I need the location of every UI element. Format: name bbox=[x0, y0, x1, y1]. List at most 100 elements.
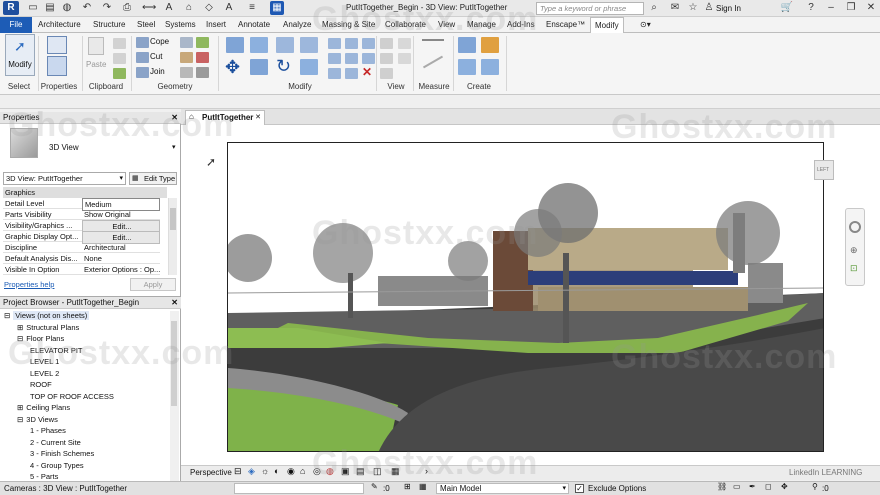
tab-insert[interactable]: Insert bbox=[202, 17, 230, 33]
edit-type-button[interactable]: ▦ Edit Type bbox=[129, 172, 177, 185]
browser-tree-item[interactable]: ROOF bbox=[30, 380, 52, 390]
create-assembly-icon[interactable] bbox=[458, 37, 476, 53]
tab-architecture[interactable]: Architecture bbox=[34, 17, 85, 33]
unjoin-icon[interactable] bbox=[345, 68, 358, 79]
expand-icon[interactable]: ⊞ bbox=[17, 403, 23, 412]
align-icon[interactable] bbox=[226, 37, 244, 53]
filter-status-icon[interactable]: ⚲ bbox=[812, 482, 818, 491]
view-tool-b-icon[interactable] bbox=[380, 53, 393, 64]
browser-tree-item[interactable]: ⊟ 3D Views bbox=[17, 415, 58, 425]
select-group-label[interactable]: Select bbox=[5, 82, 33, 91]
minimize-icon[interactable]: – bbox=[824, 1, 838, 15]
cut-label[interactable]: Cut bbox=[150, 52, 162, 61]
property-row[interactable]: Discipline Architectural bbox=[3, 242, 160, 253]
property-row[interactable]: Parts Visibility Show Original bbox=[3, 209, 160, 220]
create-group-icon[interactable] bbox=[458, 59, 476, 75]
tab-enscape[interactable]: Enscape™ bbox=[542, 17, 589, 33]
thin-lines-icon[interactable]: ≡ bbox=[245, 1, 259, 15]
detail-level-icon[interactable]: ⊟ bbox=[234, 466, 242, 477]
tab-annotate[interactable]: Annotate bbox=[234, 17, 274, 33]
measure-icon[interactable]: ⟷ bbox=[142, 1, 156, 15]
filter-icon[interactable]: ▦ bbox=[419, 482, 427, 491]
copy-element-icon[interactable] bbox=[250, 59, 268, 75]
close-icon[interactable]: ✕ bbox=[864, 1, 878, 15]
underlay-select-icon[interactable]: ▭ bbox=[733, 482, 741, 491]
geometry-tool-c-icon[interactable] bbox=[180, 67, 193, 78]
lock-3d-icon[interactable]: ⌂ bbox=[300, 466, 305, 476]
rotate-icon[interactable]: ↻ bbox=[276, 56, 291, 77]
3d-view-scene[interactable] bbox=[227, 142, 824, 452]
browser-tree-item[interactable]: ⊞ Structural Plans bbox=[17, 323, 79, 333]
view-tool-d-icon[interactable] bbox=[398, 38, 411, 49]
create-parts-icon[interactable] bbox=[481, 37, 499, 53]
property-row[interactable]: Visible In Option Exterior Options : Op..… bbox=[3, 264, 160, 275]
tab-steel[interactable]: Steel bbox=[133, 17, 159, 33]
pin-icon[interactable] bbox=[328, 53, 341, 64]
unpin-icon[interactable] bbox=[345, 53, 358, 64]
user-icon[interactable]: ♙ bbox=[702, 1, 716, 15]
tab-file[interactable]: File bbox=[0, 17, 32, 33]
property-row[interactable]: Visibility/Graphics ... Edit... bbox=[3, 220, 160, 233]
browser-tree-item[interactable]: 3 - Finish Schemes bbox=[30, 449, 94, 459]
view-tool-c-icon[interactable] bbox=[380, 68, 393, 79]
3d-view-icon[interactable]: ⌂ bbox=[182, 1, 196, 15]
design-option-select[interactable]: Main Model ▾ bbox=[436, 483, 569, 494]
geometry-tool-a-icon[interactable] bbox=[180, 37, 193, 48]
exclude-options-checkbox[interactable]: ✓ bbox=[575, 484, 584, 493]
tab-options-icon[interactable]: ⊙▾ bbox=[636, 17, 655, 33]
zoom-extents-icon[interactable]: ⊡ bbox=[850, 263, 858, 274]
section-icon[interactable]: ◇ bbox=[202, 1, 216, 15]
save-icon[interactable]: ▤ bbox=[43, 1, 57, 15]
worksets-icon[interactable]: ✎ bbox=[371, 482, 378, 491]
print-icon[interactable]: ⎙ bbox=[120, 1, 134, 15]
browser-tree-item[interactable]: 2 - Current Site bbox=[30, 438, 81, 448]
pinned-select-icon[interactable]: ✒ bbox=[749, 482, 756, 491]
geometry-tool-b-icon[interactable] bbox=[180, 52, 193, 63]
view-tool-e-icon[interactable] bbox=[398, 53, 411, 64]
scroll-thumb[interactable] bbox=[170, 208, 176, 230]
join-icon[interactable] bbox=[136, 67, 149, 78]
cut-icon[interactable] bbox=[113, 53, 126, 64]
type-properties-icon[interactable] bbox=[47, 36, 67, 54]
match-properties-icon[interactable] bbox=[113, 68, 126, 79]
split-icon[interactable] bbox=[328, 38, 341, 49]
properties-section-header[interactable]: Graphics bbox=[3, 187, 167, 198]
measure-tool-icon[interactable] bbox=[422, 39, 444, 41]
cope-icon[interactable] bbox=[136, 37, 149, 48]
undo-icon[interactable]: ↶ bbox=[80, 1, 94, 15]
mirror-axis-icon[interactable] bbox=[276, 37, 294, 53]
paste-icon[interactable] bbox=[88, 37, 104, 55]
restore-icon[interactable]: ❐ bbox=[844, 1, 858, 15]
collapse-icon[interactable]: ⊟ bbox=[4, 311, 10, 320]
browser-tree-item[interactable]: 1 - Phases bbox=[30, 426, 66, 436]
dimension-icon[interactable] bbox=[422, 55, 444, 69]
property-row[interactable]: Detail Level Medium bbox=[3, 198, 160, 211]
cart-icon[interactable]: 🛒 bbox=[780, 1, 794, 15]
geometry-tool-e-icon[interactable] bbox=[196, 52, 209, 63]
viewcube-face[interactable]: LEFT bbox=[814, 160, 834, 180]
status-field[interactable] bbox=[234, 483, 364, 494]
tab-structure[interactable]: Structure bbox=[89, 17, 129, 33]
offset-icon[interactable] bbox=[250, 37, 268, 53]
viewcube[interactable]: LEFT bbox=[808, 156, 841, 184]
revit-logo-icon[interactable]: R bbox=[3, 1, 19, 15]
trim-icon[interactable] bbox=[300, 59, 318, 75]
scale-icon[interactable] bbox=[362, 38, 375, 49]
property-row[interactable]: Default Analysis Dis... None bbox=[3, 253, 160, 264]
array-icon[interactable] bbox=[345, 38, 358, 49]
cut-geometry-icon[interactable] bbox=[136, 52, 149, 63]
instance-selector[interactable]: 3D View: PutItTogether ▾ bbox=[3, 172, 126, 185]
property-row[interactable]: Graphic Display Opt... Edit... bbox=[3, 231, 160, 244]
zoom-icon[interactable]: ⊕ bbox=[850, 245, 858, 256]
browser-tree-item[interactable]: ⊟ Views (not on sheets) bbox=[4, 311, 90, 321]
geometry-tool-d-icon[interactable] bbox=[196, 37, 209, 48]
copy-icon[interactable] bbox=[113, 38, 126, 49]
project-browser-close-icon[interactable]: ✕ bbox=[171, 297, 178, 309]
text-icon[interactable]: A bbox=[222, 1, 236, 15]
search-input[interactable]: Type a keyword or phrase bbox=[536, 2, 644, 15]
properties-icon[interactable] bbox=[47, 56, 67, 76]
favorites-icon[interactable]: ☆ bbox=[686, 1, 700, 15]
sync-icon[interactable]: ◍ bbox=[60, 1, 74, 15]
tag-icon[interactable]: A bbox=[162, 1, 176, 15]
trim-single-icon[interactable] bbox=[362, 53, 375, 64]
